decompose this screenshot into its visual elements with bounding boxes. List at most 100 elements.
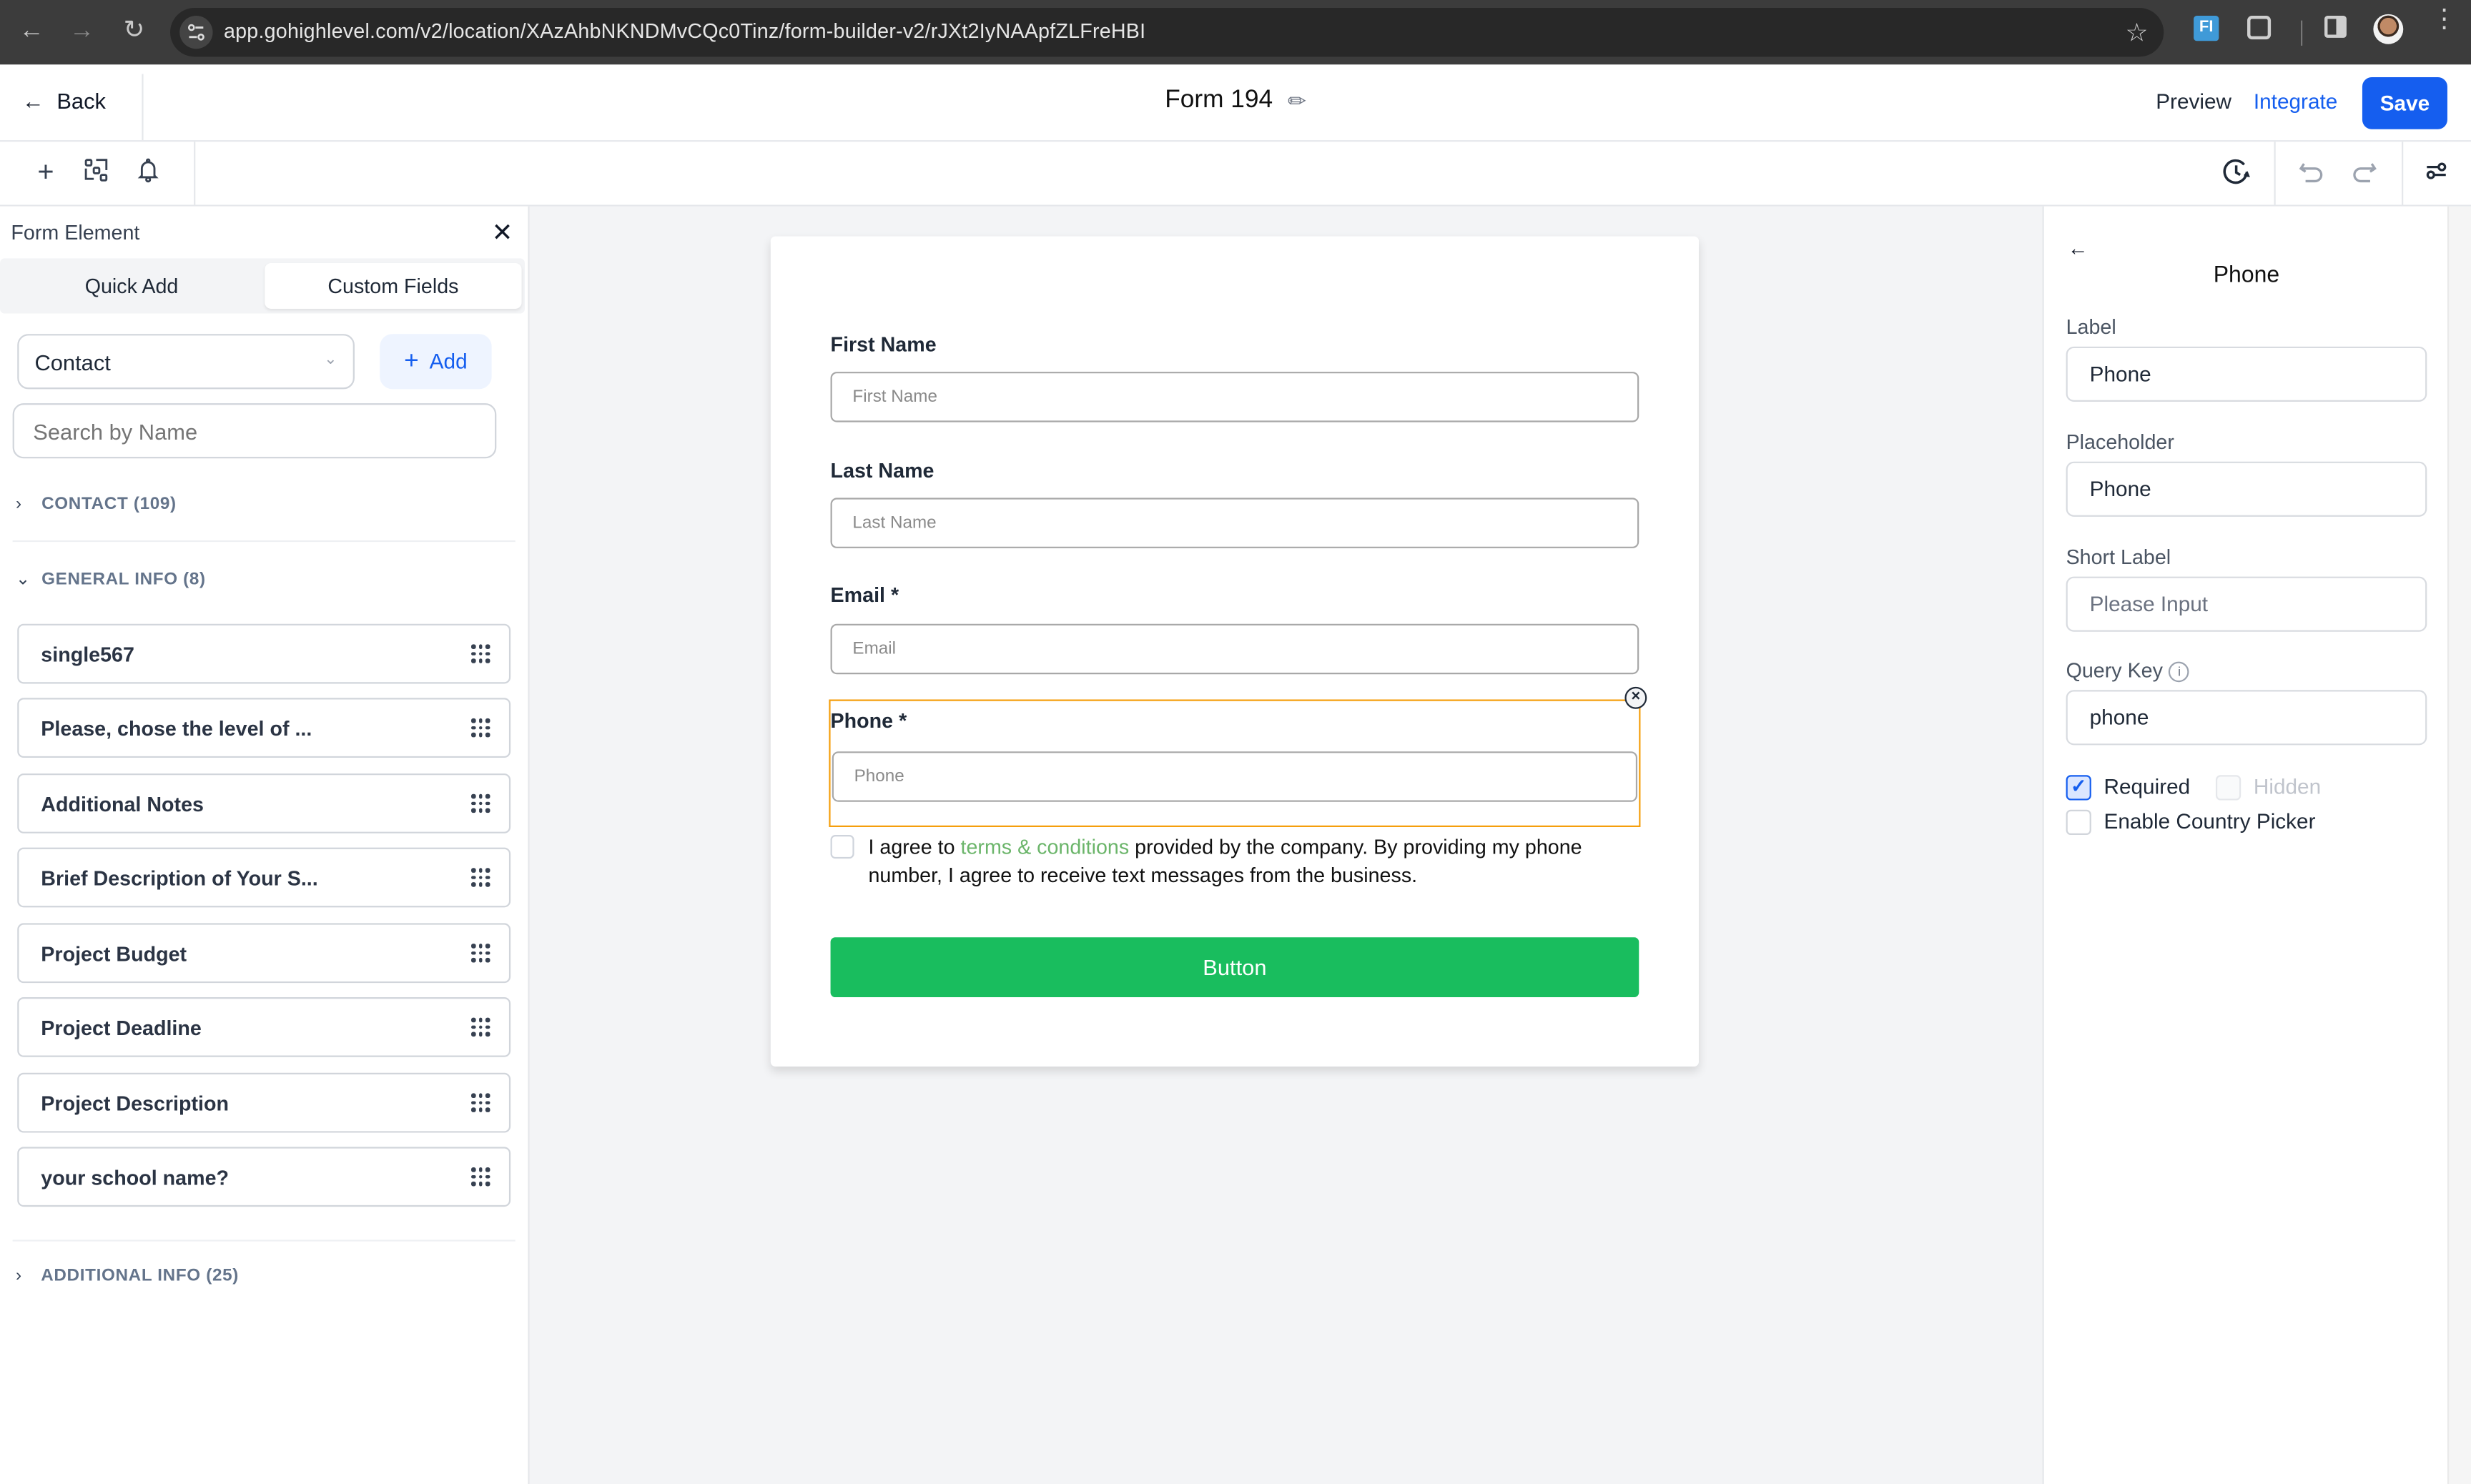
integrate-button[interactable]: Integrate <box>2254 90 2337 114</box>
chevron-down-icon: ⌄ <box>324 351 337 369</box>
reload-icon[interactable]: ↻ <box>120 17 149 46</box>
list-item[interactable]: Project Description <box>17 1072 511 1133</box>
field-name: single567 <box>41 643 134 667</box>
panel-tabs: Quick Add Custom Fields <box>0 258 525 314</box>
drag-handle-icon[interactable] <box>471 644 490 663</box>
preview-button[interactable]: Preview <box>2156 90 2231 114</box>
search-input[interactable] <box>12 403 497 459</box>
object-select[interactable]: Contact ⌄ <box>17 334 355 390</box>
extension-fi-icon[interactable]: FI <box>2194 16 2219 41</box>
browser-menu-icon[interactable]: ⋮ <box>2432 7 2457 32</box>
browser-back-icon[interactable]: ← <box>17 17 46 46</box>
app-header: ← Back Form 194 ✏︎ Preview Integrate Sav… <box>0 64 2471 142</box>
required-checkbox[interactable]: ✓ <box>2066 775 2091 801</box>
placeholder-input[interactable] <box>2066 461 2427 517</box>
first-name-input[interactable] <box>830 372 1639 422</box>
object-select-value: Contact <box>34 350 111 375</box>
group-additional-info[interactable]: › ADDITIONAL INFO (25) <box>16 1267 239 1285</box>
drag-handle-icon[interactable] <box>471 944 490 962</box>
profile-avatar[interactable] <box>2373 14 2404 44</box>
tab-custom-fields[interactable]: Custom Fields <box>265 263 522 309</box>
undo-icon[interactable] <box>2298 157 2327 186</box>
history-icon[interactable] <box>2222 157 2251 186</box>
field-label-first-name: First Name <box>830 332 937 357</box>
required-label: Required <box>2103 775 2191 799</box>
group-contact[interactable]: › CONTACT (109) <box>16 495 177 513</box>
site-info-icon[interactable] <box>179 16 213 49</box>
add-field-button[interactable]: + Add <box>380 334 492 390</box>
close-icon[interactable]: ✕ <box>492 217 513 249</box>
label-input[interactable] <box>2066 346 2427 402</box>
bookmark-star-icon[interactable]: ☆ <box>2126 17 2149 49</box>
field-name: your school name? <box>41 1165 230 1189</box>
field-name: Additional Notes <box>41 792 204 816</box>
list-item[interactable]: Additional Notes <box>17 773 511 833</box>
browser-forward-icon[interactable]: → <box>68 17 97 46</box>
country-picker-checkbox[interactable] <box>2066 809 2091 836</box>
field-name: Project Budget <box>41 941 187 966</box>
group-title: GENERAL INFO (8) <box>41 570 206 590</box>
form-preview-card: First Name Last Name Email * × Phone * I… <box>770 236 1700 1067</box>
bell-icon[interactable] <box>134 157 162 186</box>
toolbar-divider <box>2402 142 2404 205</box>
toolbar-divider <box>194 142 196 205</box>
query-key-input[interactable] <box>2066 690 2427 746</box>
list-item[interactable]: single567 <box>17 623 511 684</box>
terms-text: I agree to terms & conditions provided b… <box>868 833 1624 890</box>
field-settings-panel: ← Phone Label Placeholder Short Label Qu… <box>2042 206 2450 1484</box>
field-label-last-name: Last Name <box>830 458 934 483</box>
divider <box>12 1240 516 1242</box>
list-item[interactable]: Please, chose the level of ... <box>17 698 511 758</box>
drag-handle-icon[interactable] <box>471 793 490 813</box>
builder-toolbar: + <box>0 142 2471 207</box>
list-item[interactable]: your school name? <box>17 1147 511 1207</box>
field-label-phone: Phone * <box>830 708 907 733</box>
query-key-label: Query Key <box>2066 658 2163 683</box>
terms-checkbox[interactable] <box>830 835 854 859</box>
chevron-right-icon: › <box>16 494 22 514</box>
layout-icon[interactable] <box>82 157 111 186</box>
field-name: Brief Description of Your S... <box>41 866 318 891</box>
group-title: CONTACT (109) <box>41 494 177 514</box>
save-button[interactable]: Save <box>2362 76 2447 129</box>
browser-toolbar: ← → ↻ app.gohighlevel.com/v2/location/XA… <box>0 0 2471 65</box>
scrollbar[interactable] <box>2447 206 2471 1484</box>
plus-icon[interactable]: + <box>31 157 60 186</box>
drag-handle-icon[interactable] <box>471 1017 490 1037</box>
toolbar-divider <box>2300 20 2303 46</box>
list-item[interactable]: Brief Description of Your S... <box>17 847 511 908</box>
side-panel-icon[interactable] <box>2324 16 2347 38</box>
drag-handle-icon[interactable] <box>471 1093 490 1112</box>
arrow-left-icon[interactable]: ← <box>2068 237 2088 260</box>
placeholder-field-title: Placeholder <box>2066 430 2174 454</box>
phone-input[interactable] <box>832 751 1638 802</box>
address-bar[interactable]: app.gohighlevel.com/v2/location/XAzAhbNK… <box>170 8 2164 57</box>
last-name-input[interactable] <box>830 498 1639 548</box>
terms-link[interactable]: terms & conditions <box>961 835 1130 859</box>
hidden-label: Hidden <box>2253 775 2322 799</box>
remove-field-icon[interactable]: × <box>1624 686 1647 709</box>
extensions-puzzle-icon[interactable] <box>2247 16 2272 40</box>
info-icon[interactable]: i <box>2169 661 2190 683</box>
url-text[interactable]: app.gohighlevel.com/v2/location/XAzAhbNK… <box>224 19 1145 42</box>
short-label-input[interactable] <box>2066 576 2427 632</box>
settings-sliders-icon[interactable] <box>2422 157 2451 186</box>
email-input[interactable] <box>830 623 1639 675</box>
field-name: Project Description <box>41 1092 230 1116</box>
list-item[interactable]: Project Deadline <box>17 997 511 1057</box>
divider <box>12 540 516 543</box>
form-title-text: Form 194 <box>1165 86 1273 114</box>
group-general-info[interactable]: ⌄ GENERAL INFO (8) <box>16 569 206 590</box>
hidden-checkbox[interactable] <box>2215 775 2241 801</box>
redo-icon[interactable] <box>2349 157 2378 186</box>
drag-handle-icon[interactable] <box>471 1167 490 1186</box>
form-title[interactable]: Form 194 ✏︎ <box>0 86 2471 115</box>
submit-button[interactable]: Button <box>830 937 1639 998</box>
drag-handle-icon[interactable] <box>471 868 490 886</box>
list-item[interactable]: Project Budget <box>17 923 511 984</box>
settings-title: Phone <box>2213 263 2280 289</box>
drag-handle-icon[interactable] <box>471 718 490 737</box>
terms-prefix: I agree to <box>868 835 961 859</box>
tab-quick-add[interactable]: Quick Add <box>5 263 259 309</box>
pencil-edit-icon[interactable]: ✏︎ <box>1288 87 1306 114</box>
